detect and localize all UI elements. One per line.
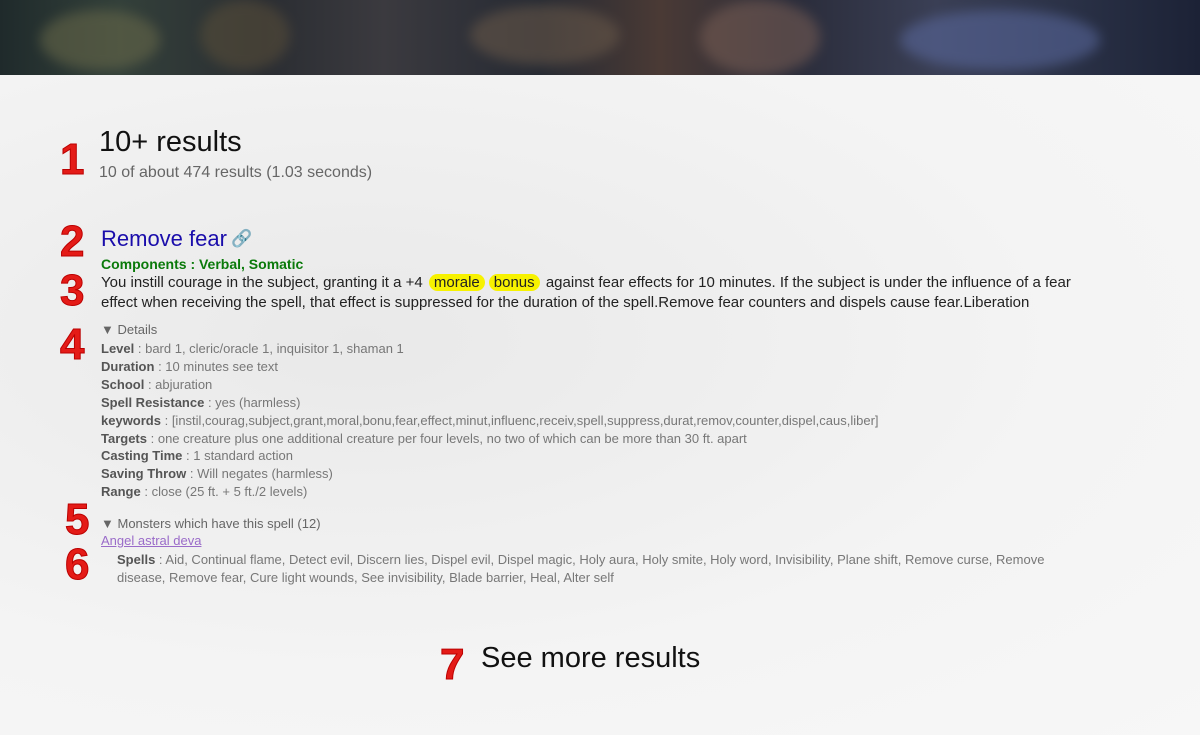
detail-key: Casting Time	[101, 448, 183, 464]
highlight-bonus: bonus	[488, 274, 540, 291]
description-text-before: You instill courage in the subject, gran…	[101, 274, 423, 291]
marker-3: 3	[59, 266, 85, 315]
detail-value: : [instil,courag,subject,grant,moral,bon…	[160, 412, 879, 428]
marker-4: 4	[59, 320, 85, 369]
detail-value: : close (25 ft. + 5 ft./2 levels)	[140, 484, 308, 500]
details-list: Level : bard 1, cleric/oracle 1, inquisi…	[101, 340, 1101, 501]
monsters-toggle[interactable]: ▼ Monsters which have this spell (12)	[101, 516, 321, 531]
details-label[interactable]: Details	[118, 322, 158, 337]
marker-1: 1	[59, 135, 85, 184]
detail-key: Saving Throw	[101, 466, 187, 482]
detail-key: Spell Resistance	[101, 394, 205, 410]
monster-spells-key: Spells	[117, 552, 156, 567]
detail-value: : abjuration	[144, 376, 213, 392]
detail-value: : 10 minutes see text	[154, 358, 279, 374]
detail-row-spell-resistance: Spell Resistance : yes (harmless)	[101, 394, 1101, 412]
detail-value: : bard 1, cleric/oracle 1, inquisitor 1,…	[134, 341, 404, 356]
result-title-link[interactable]: Remove fear 🔗	[101, 226, 252, 252]
see-more-results-link[interactable]: See more results	[481, 642, 700, 675]
detail-key: Level	[101, 341, 135, 356]
monsters-label[interactable]: Monsters which have this spell (12)	[118, 516, 321, 531]
details-toggle[interactable]: ▼ Details	[101, 322, 157, 337]
detail-row-range: Range : close (25 ft. + 5 ft./2 levels)	[101, 483, 1101, 501]
monster-spells: Spells : Aid, Continual flame, Detect ev…	[117, 551, 1077, 587]
spell-description: You instill courage in the subject, gran…	[101, 273, 1081, 313]
detail-key: School	[101, 376, 145, 392]
disclosure-triangle-icon[interactable]: ▼	[101, 516, 114, 531]
spell-components: Components : Verbal, Somatic	[101, 256, 304, 272]
monster-link[interactable]: Angel astral deva	[101, 533, 201, 548]
marker-2: 2	[59, 217, 85, 266]
detail-row-school: School : abjuration	[101, 376, 1101, 394]
detail-key: keywords	[101, 412, 161, 428]
detail-value: : Will negates (harmless)	[186, 466, 333, 482]
detail-key: Range	[101, 484, 141, 500]
detail-key: Targets	[101, 430, 147, 446]
result-title-text[interactable]: Remove fear	[101, 226, 227, 252]
detail-row-duration: Duration : 10 minutes see text	[101, 358, 1101, 376]
marker-5: 5	[64, 495, 90, 544]
detail-value: : 1 standard action	[182, 448, 293, 464]
monster-spells-value: : Aid, Continual flame, Detect evil, Dis…	[117, 552, 1045, 585]
detail-value: : one creature plus one additional creat…	[147, 430, 747, 446]
highlight-morale: morale	[428, 274, 485, 291]
marker-6: 6	[64, 540, 90, 589]
marker-7: 7	[439, 640, 465, 689]
header-banner	[0, 0, 1200, 75]
detail-row-level: Level : bard 1, cleric/oracle 1, inquisi…	[101, 340, 1101, 358]
detail-row-saving-throw: Saving Throw : Will negates (harmless)	[101, 465, 1101, 483]
disclosure-triangle-icon[interactable]: ▼	[101, 322, 114, 337]
results-count-title: 10+ results	[99, 126, 242, 158]
results-count-subtitle: 10 of about 474 results (1.03 seconds)	[99, 164, 373, 181]
detail-key: Duration	[101, 358, 155, 374]
detail-value: : yes (harmless)	[204, 394, 301, 410]
detail-row-targets: Targets : one creature plus one addition…	[101, 430, 1101, 448]
detail-row-keywords: keywords : [instil,courag,subject,grant,…	[101, 412, 1101, 430]
link-icon[interactable]: 🔗	[231, 229, 252, 249]
detail-row-casting-time: Casting Time : 1 standard action	[101, 447, 1101, 465]
